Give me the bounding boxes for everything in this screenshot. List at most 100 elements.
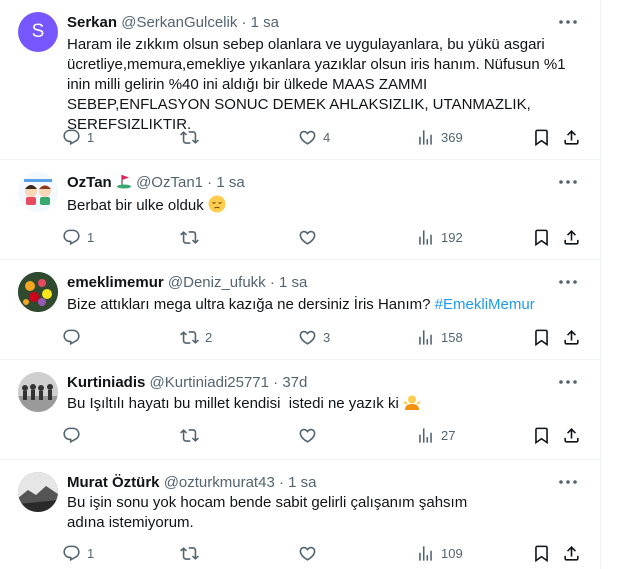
avatar[interactable] xyxy=(18,272,58,312)
repost-icon xyxy=(180,546,199,560)
group-photo-avatar-icon xyxy=(18,372,58,412)
views-button[interactable]: 27 xyxy=(416,423,455,447)
repost-button[interactable] xyxy=(180,423,205,447)
repost-icon xyxy=(180,428,199,442)
avatar[interactable]: S xyxy=(18,12,58,52)
more-options-icon[interactable] xyxy=(556,172,580,192)
display-name[interactable]: emeklimemur xyxy=(67,274,164,291)
reply-button[interactable] xyxy=(62,325,87,349)
heart-icon xyxy=(299,428,316,443)
repost-button[interactable] xyxy=(180,541,205,565)
avatar[interactable] xyxy=(18,372,58,412)
view-count: 369 xyxy=(441,129,463,145)
view-count: 192 xyxy=(441,229,463,245)
avatar[interactable] xyxy=(18,472,58,512)
separator: · xyxy=(207,174,213,191)
reply-icon xyxy=(63,545,80,561)
views-icon xyxy=(419,329,432,345)
tweet-text: Berbat bir ulke olduk xyxy=(67,197,204,214)
tweet[interactable]: OzTan @OzTan1 · 1 sa Berbat bir ulke old… xyxy=(0,160,600,260)
bookmark-button[interactable] xyxy=(532,225,551,249)
share-icon xyxy=(564,427,579,443)
share-button[interactable] xyxy=(562,423,581,447)
display-name[interactable]: Serkan xyxy=(67,14,117,31)
display-name[interactable]: Murat Öztürk xyxy=(67,474,160,491)
repost-button[interactable]: 2 xyxy=(180,325,212,349)
repost-icon xyxy=(180,130,199,144)
bookmark-button[interactable] xyxy=(532,541,551,565)
views-button[interactable]: 109 xyxy=(416,541,463,565)
pensive-face-emoji xyxy=(208,195,226,213)
separator: · xyxy=(241,14,247,31)
cartoon-kids-avatar-icon xyxy=(18,172,58,212)
bookmark-button[interactable] xyxy=(532,423,551,447)
views-button[interactable]: 369 xyxy=(416,125,463,149)
person-shrugging-emoji xyxy=(403,395,421,410)
reply-feed: S Serkan @SerkanGulcelik · 1 sa Haram il… xyxy=(0,0,601,569)
reply-button[interactable] xyxy=(62,423,87,447)
tweet[interactable]: Murat Öztürk @ozturkmurat43 · 1 sa Bu iş… xyxy=(0,460,600,569)
timestamp[interactable]: 1 sa xyxy=(251,14,279,31)
bookmark-button[interactable] xyxy=(532,325,551,349)
view-count: 109 xyxy=(441,545,463,561)
tweet-actions: 1 4 369 xyxy=(62,125,586,149)
more-options-icon[interactable] xyxy=(556,472,580,492)
flowers-avatar-icon xyxy=(18,272,58,312)
views-button[interactable]: 158 xyxy=(416,325,463,349)
avatar-letter: S xyxy=(31,21,45,42)
avatar[interactable] xyxy=(18,172,58,212)
more-options-icon[interactable] xyxy=(556,12,580,32)
heart-icon xyxy=(299,330,316,345)
like-button[interactable]: 4 xyxy=(298,125,330,149)
user-handle[interactable]: @SerkanGulcelik xyxy=(121,14,237,31)
reply-button[interactable]: 1 xyxy=(62,125,94,149)
tweet-text: Bize attıkları mega ultra kazığa ne ders… xyxy=(67,296,431,313)
views-icon xyxy=(419,129,432,145)
views-icon xyxy=(419,229,432,245)
repost-button[interactable] xyxy=(180,125,205,149)
views-icon xyxy=(419,427,432,443)
tweet[interactable]: Kurtiniadis @Kurtiniadi25771 · 37d Bu Iş… xyxy=(0,360,600,460)
more-options-icon[interactable] xyxy=(556,372,580,392)
share-button[interactable] xyxy=(562,125,581,149)
share-icon xyxy=(564,329,579,345)
heart-icon xyxy=(299,130,316,145)
repost-icon xyxy=(180,230,199,244)
tweet[interactable]: emeklimemur @Deniz_ufukk · 1 sa Bize att… xyxy=(0,260,600,360)
reply-button[interactable]: 1 xyxy=(62,225,94,249)
timestamp[interactable]: 1 sa xyxy=(288,474,316,491)
share-button[interactable] xyxy=(562,325,581,349)
share-button[interactable] xyxy=(562,541,581,565)
view-count: 27 xyxy=(441,427,456,443)
more-options-icon[interactable] xyxy=(556,272,580,292)
user-handle[interactable]: @Deniz_ufukk xyxy=(168,274,266,291)
like-button[interactable]: 3 xyxy=(298,325,330,349)
timestamp[interactable]: 1 sa xyxy=(279,274,307,291)
user-handle[interactable]: @Kurtiniadi25771 xyxy=(150,374,269,391)
timestamp[interactable]: 37d xyxy=(282,374,307,391)
repost-button[interactable] xyxy=(180,225,205,249)
separator: · xyxy=(269,274,275,291)
tweet[interactable]: S Serkan @SerkanGulcelik · 1 sa Haram il… xyxy=(0,0,600,160)
like-button[interactable] xyxy=(298,225,323,249)
user-handle[interactable]: @ozturkmurat43 xyxy=(164,474,275,491)
tweet-header: emeklimemur @Deniz_ufukk · 1 sa xyxy=(67,273,560,293)
hashtag-link[interactable]: #EmekliMemur xyxy=(435,296,535,313)
display-name[interactable]: OzTan xyxy=(67,174,112,191)
like-button[interactable] xyxy=(298,423,323,447)
bookmark-button[interactable] xyxy=(532,125,551,149)
user-handle[interactable]: @OzTan1 xyxy=(136,174,203,191)
tweet-actions: 1 192 xyxy=(62,225,586,249)
like-button[interactable] xyxy=(298,541,323,565)
views-button[interactable]: 192 xyxy=(416,225,463,249)
separator: · xyxy=(278,474,284,491)
display-name[interactable]: Kurtiniadis xyxy=(67,374,145,391)
views-icon xyxy=(419,545,432,561)
tweet-actions: 27 xyxy=(62,423,586,447)
reply-icon xyxy=(63,427,80,443)
share-button[interactable] xyxy=(562,225,581,249)
timestamp[interactable]: 1 sa xyxy=(216,174,244,191)
reply-button[interactable]: 1 xyxy=(62,541,94,565)
reply-count: 1 xyxy=(87,545,95,561)
share-icon xyxy=(564,129,579,145)
